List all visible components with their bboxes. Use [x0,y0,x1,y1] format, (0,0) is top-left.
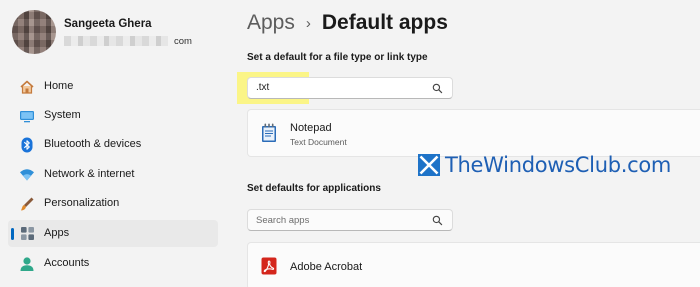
search-icon[interactable] [432,83,443,94]
profile-email: com [64,35,192,47]
search-apps-input[interactable]: Search apps [247,209,453,231]
avatar [12,10,56,54]
sidebar-item-label: Home [44,80,74,92]
search-icon[interactable] [432,215,443,226]
sidebar-item-network[interactable]: Network & internet [8,161,218,188]
sidebar-item-label: System [44,109,81,121]
sidebar: Sangeeta Ghera com Home System Bluetooth… [0,0,225,287]
windows-club-logo-icon [418,154,440,176]
user-profile[interactable]: Sangeeta Ghera com [12,10,222,56]
watermark: TheWindowsClub.com [417,150,671,180]
sidebar-item-label: Personalization [44,197,120,209]
home-icon [18,78,36,95]
sidebar-item-label: Accounts [44,257,90,269]
sidebar-item-home[interactable]: Home [8,73,218,100]
breadcrumb-apps-link[interactable]: Apps [247,11,295,35]
breadcrumb-separator: › [305,14,311,32]
notepad-icon [262,123,276,142]
file-type-search-input[interactable]: .txt [247,77,453,99]
page-title: Default apps [321,11,448,34]
adobe-acrobat-icon [261,257,277,275]
file-type-section-label: Set a default for a file type or link ty… [247,52,428,63]
bluetooth-icon [18,136,36,153]
app-row-adobe-acrobat[interactable]: Adobe Acrobat [247,242,700,287]
sidebar-item-label: Apps [44,227,70,239]
accounts-icon [18,255,36,272]
sidebar-item-personalization[interactable]: Personalization [8,190,218,217]
email-redacted [64,36,168,46]
sidebar-item-label: Bluetooth & devices [44,138,142,150]
apps-section-label: Set defaults for applications [247,183,381,194]
sidebar-item-system[interactable]: System [8,102,218,129]
sidebar-item-accounts[interactable]: Accounts [8,250,218,277]
sidebar-item-bluetooth[interactable]: Bluetooth & devices [8,131,218,158]
sidebar-item-apps[interactable]: Apps [8,220,218,247]
network-icon [18,166,36,183]
apps-icon [18,225,36,242]
adobe-acrobat-title: Adobe Acrobat [290,261,363,273]
breadcrumb: Apps › Default apps [247,8,448,38]
profile-name: Sangeeta Ghera [64,18,152,30]
email-domain: com [174,35,192,47]
active-indicator [11,228,14,240]
search-input-value: .txt [256,82,270,93]
search-apps-placeholder: Search apps [256,215,310,226]
watermark-text: TheWindowsClub.com [445,153,672,177]
personalization-icon [18,195,36,212]
system-icon [18,107,36,124]
sidebar-item-label: Network & internet [44,168,135,180]
notepad-subtitle: Text Document [290,137,347,147]
notepad-title: Notepad [290,122,332,134]
